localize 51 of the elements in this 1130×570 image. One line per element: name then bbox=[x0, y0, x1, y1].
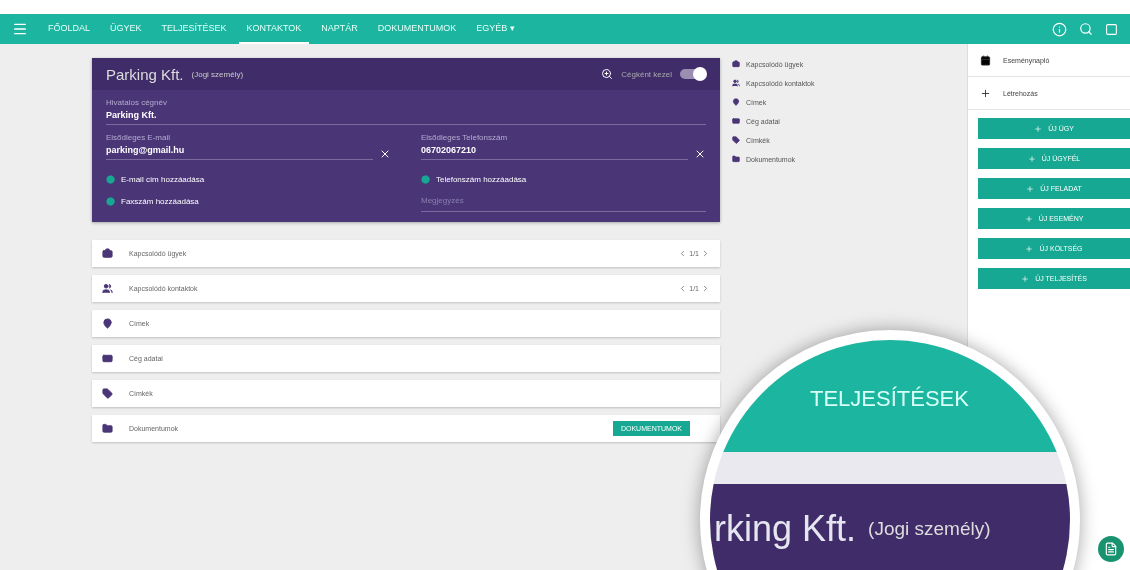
plus-icon bbox=[1021, 274, 1030, 283]
field-label: Elsődleges E-mail bbox=[106, 133, 171, 142]
text-field[interactable]: Parking Kft. bbox=[106, 107, 706, 125]
text-field[interactable]: 06702067210 bbox=[421, 142, 688, 160]
plus-circle-icon bbox=[106, 174, 115, 184]
add-link[interactable]: E-mail cím hozzáadása bbox=[106, 168, 391, 190]
document-fab[interactable] bbox=[1098, 536, 1124, 562]
folder-icon bbox=[102, 423, 113, 434]
folder-icon bbox=[732, 155, 740, 163]
tag-icon bbox=[102, 388, 113, 399]
contact-name: Parking Kft. bbox=[106, 65, 184, 83]
field-label: Hivatalos cégnév bbox=[106, 98, 167, 107]
calendar-icon bbox=[980, 54, 991, 66]
plus-icon bbox=[1026, 184, 1035, 193]
plus-icon bbox=[1025, 244, 1034, 253]
plus-icon bbox=[980, 87, 991, 99]
magnified-type: (Jogi személy) bbox=[868, 518, 991, 540]
briefcase-icon bbox=[102, 248, 113, 259]
magnified-name: rking Kft. bbox=[714, 508, 857, 550]
toggle-label: Cégként kezel bbox=[621, 69, 672, 79]
pin-icon bbox=[732, 98, 740, 106]
zoom-icon[interactable] bbox=[601, 68, 614, 80]
pin-icon bbox=[102, 318, 113, 329]
briefcase-icon bbox=[732, 60, 740, 68]
search-icon[interactable] bbox=[1079, 22, 1093, 36]
text-field[interactable]: parking@gmail.hu bbox=[106, 142, 373, 160]
plus-icon bbox=[1027, 154, 1036, 163]
menu-icon[interactable] bbox=[12, 21, 28, 37]
add-link[interactable]: Telefonszám hozzáadása bbox=[421, 168, 706, 190]
card-icon bbox=[102, 353, 113, 364]
close-icon[interactable] bbox=[694, 148, 706, 160]
magnified-nav-text: TELJESÍTÉSEK bbox=[810, 386, 969, 412]
info-icon[interactable] bbox=[1052, 21, 1067, 37]
people-icon bbox=[732, 79, 740, 87]
document-icon bbox=[1104, 542, 1118, 556]
plus-circle-icon bbox=[421, 174, 430, 184]
field-label: Elsődleges Telefonszám bbox=[421, 133, 508, 142]
plus-icon bbox=[1024, 214, 1033, 223]
card-icon bbox=[732, 117, 740, 125]
plus-icon bbox=[1034, 124, 1043, 133]
chevron-right-icon[interactable] bbox=[701, 249, 710, 258]
chevron-right-icon[interactable] bbox=[701, 284, 710, 293]
note-field[interactable]: Megjegyzés bbox=[421, 190, 706, 212]
toggle-switch[interactable] bbox=[680, 69, 706, 79]
add-link[interactable]: Faxszám hozzáadása bbox=[106, 190, 391, 212]
close-icon[interactable] bbox=[379, 148, 391, 160]
contact-type: (Jogi személy) bbox=[191, 69, 244, 79]
tag-icon bbox=[732, 136, 740, 144]
plus-circle-icon bbox=[106, 196, 115, 206]
people-icon bbox=[102, 283, 113, 294]
square-icon[interactable] bbox=[1105, 22, 1118, 36]
